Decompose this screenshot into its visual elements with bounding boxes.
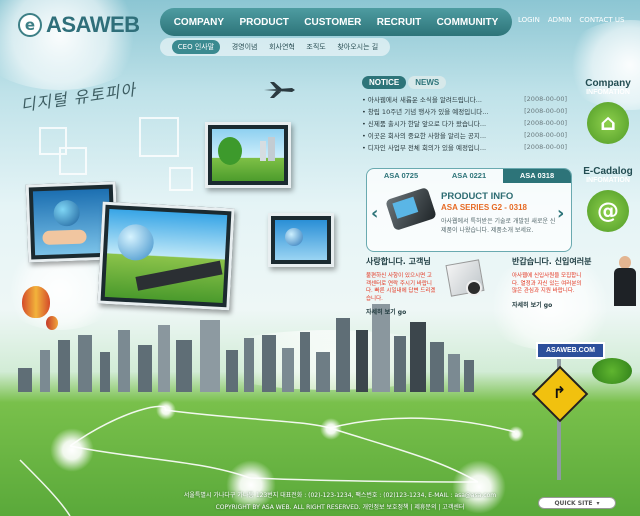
company-info-sub: INFOMATION bbox=[586, 89, 630, 96]
notice-date: [2008-00-00] bbox=[524, 143, 567, 151]
notice-date: [2008-00-00] bbox=[524, 131, 567, 139]
nav-recruit[interactable]: RECRUIT bbox=[377, 17, 421, 28]
tab-notice[interactable]: NOTICE bbox=[362, 76, 407, 89]
notice-item[interactable]: • 이곳은 회사의 중요한 사항을 알리는 공지... [2008-00-00] bbox=[362, 129, 567, 141]
recruit-section: 반갑습니다. 신입여러분 아사웹에 신입사원을 모집합니다. 열정과 자신 있는… bbox=[512, 256, 612, 309]
notice-title: 신제품 출시가 한달 앞으로 다가 왔습니다... bbox=[367, 120, 487, 128]
customer-more-link[interactable]: 자세히 보기 go bbox=[366, 307, 466, 316]
notice-date: [2008-00-00] bbox=[524, 95, 567, 103]
main-nav: COMPANY PRODUCT CUSTOMER RECRUIT COMMUNI… bbox=[160, 8, 512, 36]
ecatalog-sub: INFOMATION bbox=[586, 177, 630, 184]
at-sign-icon: @ bbox=[587, 190, 629, 232]
quick-site-label: QUICK SITE bbox=[554, 499, 593, 507]
product-tab-active[interactable]: ASA 0318 bbox=[503, 169, 571, 183]
subnav-philosophy[interactable]: 경영이념 bbox=[232, 42, 258, 52]
notice-title: 디자인 사업부 전체 회의가 있을 예정입니... bbox=[367, 144, 487, 152]
subnav-location[interactable]: 찾아오시는 길 bbox=[337, 42, 378, 52]
recruit-title: 반갑습니다. 신입여러분 bbox=[512, 257, 592, 266]
product-info-box: ASA 0725 ASA 0221 ASA 0318 ‹ PRODUCT INF… bbox=[366, 168, 572, 252]
notice-item[interactable]: • 창립 10주년 기념 행사가 있을 예정입니다... [2008-00-00] bbox=[362, 105, 567, 117]
product-tab[interactable]: ASA 0221 bbox=[435, 169, 503, 183]
logo-mark: e bbox=[18, 13, 42, 37]
notice-date: [2008-00-00] bbox=[524, 107, 567, 115]
sign-board: ASAWEB.COM bbox=[536, 342, 605, 359]
product-desc: 아사웹에서 특허받은 기술로 개발된 새로운 신제품이 나왔습니다. 제품소개 … bbox=[441, 218, 556, 234]
subnav-ceo[interactable]: CEO 인사말 bbox=[171, 40, 221, 54]
nav-product[interactable]: PRODUCT bbox=[239, 17, 288, 28]
cup-image bbox=[466, 280, 482, 296]
footer-address: 서울특별시 가나다구 가나동 123번지 대표전화 : (02)-123-123… bbox=[183, 492, 497, 499]
logo-text: ASAWEB bbox=[46, 12, 140, 37]
recruit-more-link[interactable]: 자세히 보기 go bbox=[512, 300, 612, 309]
notice-item[interactable]: • 아사웹에서 새롭운 소식을 알려드립니다... [2008-00-00] bbox=[362, 93, 567, 105]
notice-title: 창립 10주년 기념 행사가 있을 예정입니다... bbox=[367, 108, 489, 116]
product-title: PRODUCT INFO bbox=[441, 191, 514, 202]
ecatalog-title: E-Cadalog bbox=[583, 166, 633, 177]
footer-copyright: COPYRIGHT BY ASA WEB. ALL RIGHT RESERVED… bbox=[215, 504, 465, 511]
company-info-link[interactable]: Company INFOMATION ⌂ bbox=[576, 78, 640, 144]
recruit-text: 아사웹에 신입사원을 모집합니다. 열정과 자신 있는 여러분의 많은 관심과 … bbox=[512, 273, 582, 294]
next-arrow-icon[interactable]: › bbox=[557, 203, 564, 224]
signpost: ASAWEB.COM bbox=[536, 342, 605, 359]
tree bbox=[592, 358, 632, 384]
light-orb bbox=[50, 428, 94, 472]
notice-title: 이곳은 회사의 중요한 사항을 알리는 공지... bbox=[367, 132, 487, 140]
subnav-organization[interactable]: 조직도 bbox=[306, 42, 325, 52]
subnav-history[interactable]: 회사연혁 bbox=[269, 42, 295, 52]
product-tab[interactable]: ASA 0725 bbox=[367, 169, 435, 183]
quick-site-select[interactable]: QUICK SITE ▾ bbox=[538, 497, 616, 509]
product-subtitle: ASA SERIES G2 - 0318 bbox=[441, 203, 527, 212]
airplane-icon bbox=[264, 82, 295, 98]
screen-frame-tree bbox=[205, 122, 291, 188]
notice-tabs: NOTICE NEWS bbox=[362, 76, 567, 89]
footer: 서울특별시 가나다구 가나동 123번지 대표전화 : (02)-123-123… bbox=[160, 490, 520, 514]
nav-community[interactable]: COMMUNITY bbox=[437, 17, 499, 28]
company-info-title: Company bbox=[585, 78, 631, 89]
light-orb bbox=[320, 418, 342, 440]
ecatalog-link[interactable]: E-Cadalog INFOMATION @ bbox=[576, 166, 640, 232]
light-orb bbox=[156, 400, 176, 420]
product-tabs: ASA 0725 ASA 0221 ASA 0318 bbox=[367, 169, 571, 183]
logo[interactable]: e ASAWEB bbox=[18, 12, 140, 38]
notice-item[interactable]: • 디자인 사업부 전체 회의가 있을 예정입니... [2008-00-00] bbox=[362, 141, 567, 153]
businessman-image bbox=[612, 256, 638, 306]
notice-date: [2008-00-00] bbox=[524, 119, 567, 127]
customer-text: 불편하신 사항이 있으시면 고객센터로 연락 주시기 바랍니다. 빠른 시일내에… bbox=[366, 273, 436, 302]
notice-title: 아사웹에서 새롭운 소식을 알려드립니다... bbox=[367, 96, 482, 104]
sub-nav: CEO 인사말 경영이념 회사연혁 조직도 찾아오시는 길 bbox=[160, 38, 390, 56]
admin-link[interactable]: ADMIN bbox=[548, 16, 572, 24]
light-orb bbox=[508, 426, 524, 442]
chevron-down-icon: ▾ bbox=[596, 499, 600, 507]
notice-item[interactable]: • 신제품 출시가 한달 앞으로 다가 왔습니다... [2008-00-00] bbox=[362, 117, 567, 129]
nav-company[interactable]: COMPANY bbox=[174, 17, 224, 28]
screen-frame-hand bbox=[268, 213, 334, 267]
page: e ASAWEB COMPANY PRODUCT CUSTOMER RECRUI… bbox=[0, 0, 640, 516]
tab-news[interactable]: NEWS bbox=[408, 76, 447, 89]
turn-arrow-icon: ↱ bbox=[552, 383, 567, 403]
prev-arrow-icon[interactable]: ‹ bbox=[371, 203, 378, 224]
login-link[interactable]: LOGIN bbox=[518, 16, 540, 24]
phone-product-image bbox=[385, 186, 437, 232]
house-icon: ⌂ bbox=[587, 102, 629, 144]
notice-board: NOTICE NEWS • 아사웹에서 새롭운 소식을 알려드립니다... [20… bbox=[362, 76, 567, 153]
contact-link[interactable]: CONTACT US bbox=[579, 16, 624, 24]
util-nav: LOGIN ADMIN CONTACT US bbox=[518, 16, 624, 24]
nav-customer[interactable]: CUSTOMER bbox=[304, 17, 361, 28]
